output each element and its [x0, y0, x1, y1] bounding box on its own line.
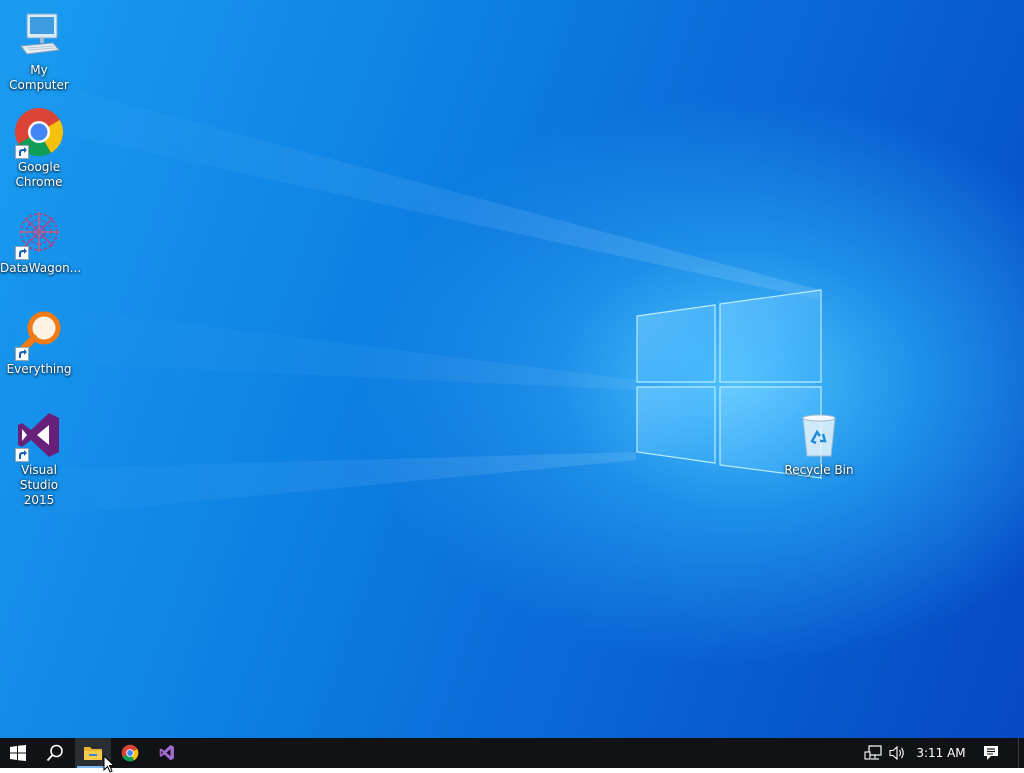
tray-volume[interactable]	[882, 738, 912, 768]
desktop-icon-visual-studio-2015[interactable]: Visual Studio 2015	[0, 410, 78, 508]
wallpaper	[0, 70, 822, 520]
windows-logo-icon	[10, 745, 26, 761]
computer-icon	[20, 13, 60, 55]
action-center-button[interactable]	[974, 738, 1008, 768]
volume-icon	[889, 745, 904, 761]
taskbar-visual-studio[interactable]	[149, 738, 185, 768]
action-center-icon	[984, 746, 998, 760]
show-desktop-button[interactable]	[1018, 738, 1024, 768]
desktop-icon-label: My Computer	[9, 63, 69, 92]
mouse-cursor-icon	[103, 755, 115, 773]
taskbar: 3:11 AM	[0, 738, 1024, 768]
desktop-icon-google-chrome[interactable]: Google Chrome	[0, 107, 78, 190]
desktop-icon-recycle-bin[interactable]: Recycle Bin	[780, 410, 858, 478]
taskbar-chrome[interactable]	[112, 738, 148, 768]
search-button[interactable]	[37, 738, 73, 768]
search-icon	[46, 744, 63, 762]
desktop-icon-datawagon[interactable]: DataWagon...	[0, 208, 82, 276]
shortcut-arrow-icon	[15, 347, 29, 361]
shortcut-arrow-icon	[15, 246, 29, 260]
desktop-icon-label: Google Chrome	[15, 160, 63, 189]
shortcut-arrow-icon	[15, 145, 29, 159]
desktop-icon-my-computer[interactable]: My Computer	[0, 10, 78, 93]
desktop-icon-label: DataWagon...	[0, 261, 82, 275]
folder-icon	[84, 747, 102, 760]
visual-studio-icon	[159, 745, 174, 761]
chrome-icon	[121, 744, 139, 762]
start-button[interactable]	[0, 738, 36, 768]
desktop-icon-label: Everything	[6, 362, 72, 376]
desktop-icon-label: Recycle Bin	[784, 463, 854, 477]
recycle-bin-icon	[802, 414, 836, 457]
desktop-icon-label: Visual Studio 2015	[19, 463, 59, 507]
desktop[interactable]: My Computer Google Chrome DataWagon... E…	[0, 0, 1024, 738]
network-icon	[864, 745, 882, 760]
desktop-icon-everything[interactable]: Everything	[0, 309, 78, 377]
tray-clock[interactable]: 3:11 AM	[912, 738, 970, 768]
shortcut-arrow-icon	[15, 448, 29, 462]
